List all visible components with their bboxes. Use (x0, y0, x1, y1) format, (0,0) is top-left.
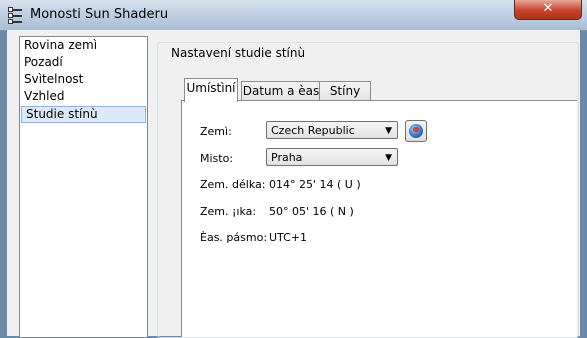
list-item-svitelnost[interactable]: Svìtelnost (20, 71, 147, 88)
window-menu-icon[interactable] (8, 7, 22, 24)
list-item-pozadi[interactable]: Pozadí (20, 54, 147, 71)
place-select[interactable]: Praha ▼ (266, 148, 398, 166)
list-item-vzhled[interactable]: Vzhled (20, 88, 147, 105)
close-icon: ✕ (542, 1, 554, 16)
country-select[interactable]: Czech Republic ▼ (266, 121, 398, 139)
tab-stiny[interactable]: Stíny (319, 81, 371, 101)
place-select-value: Praha (271, 151, 303, 164)
longitude-value: 014° 25' 14 ( U ) (269, 178, 361, 191)
group-label: Nastavení studie stínù (168, 46, 309, 60)
longitude-label: Zem. délka: (200, 178, 266, 191)
country-select-value: Czech Republic (271, 124, 355, 137)
close-button[interactable]: ✕ (514, 0, 582, 20)
window-title: Monosti Sun Shaderu (30, 7, 169, 22)
title-bar[interactable]: Monosti Sun Shaderu ✕ (0, 0, 587, 31)
timezone-label: Èas. pásmo: (200, 231, 268, 244)
latitude-value: 50° 05' 16 ( N ) (269, 205, 354, 218)
chevron-down-icon: ▼ (385, 153, 392, 163)
list-item-studie-stinu[interactable]: Studie stínù (21, 106, 146, 123)
category-list[interactable]: Rovina zemì Pozadí Svìtelnost Vzhled Stu… (19, 36, 148, 338)
list-item-rovina-zemi[interactable]: Rovina zemì (20, 37, 147, 54)
globe-icon (409, 124, 423, 138)
place-label: Misto: (200, 152, 234, 165)
latitude-label: Zem. ¡ıka: (200, 205, 257, 218)
timezone-value: UTC+1 (269, 231, 308, 244)
dialog-client-area: Rovina zemì Pozadí Svìtelnost Vzhled Stu… (7, 30, 580, 338)
tab-datum-a-cas[interactable]: Datum a èas (241, 81, 321, 101)
tab-umisteni[interactable]: Umístìní (184, 78, 238, 102)
chevron-down-icon: ▼ (385, 126, 392, 136)
globe-button[interactable] (405, 120, 427, 142)
country-label: Zemì: (200, 125, 232, 138)
